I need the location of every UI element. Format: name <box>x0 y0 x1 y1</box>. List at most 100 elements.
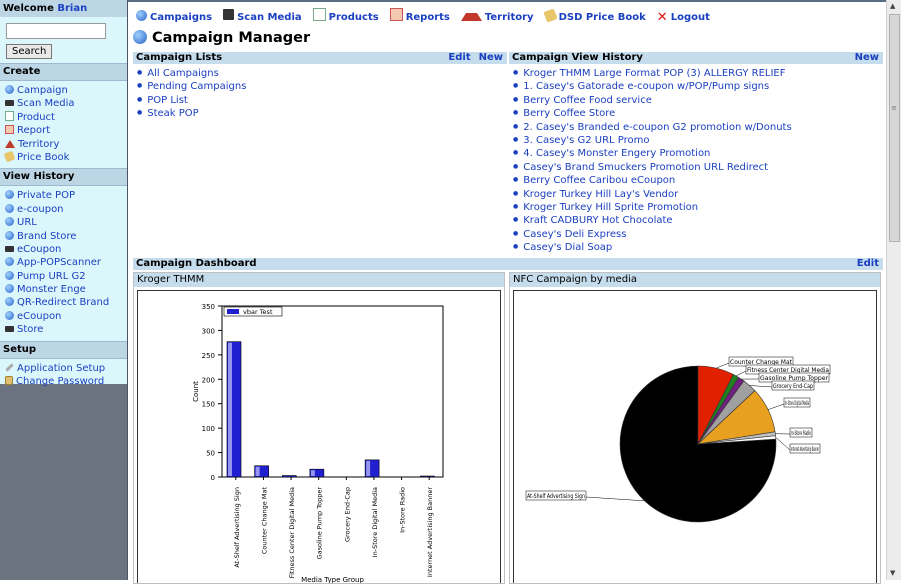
sidebar-item-report[interactable]: Report <box>0 124 127 137</box>
bar-highlight <box>366 461 370 476</box>
y-tick-label: 100 <box>202 425 215 433</box>
scanner-icon <box>5 246 14 252</box>
y-axis-label: Count <box>192 381 200 402</box>
vertical-scrollbar[interactable]: ▲ ≡ ▼ <box>886 0 901 580</box>
sidebar-item-label: Private POP <box>17 190 75 201</box>
pie-label: In-Store Radio <box>791 430 811 437</box>
main-content: Campaigns Scan Media Products Reports Territ… <box>128 0 887 580</box>
sidebar-item-label: Territory <box>18 139 59 150</box>
sidebar-item-label: Change Password <box>16 376 104 387</box>
campaign-list-link[interactable]: POP List <box>137 93 507 106</box>
campaign-history-link[interactable]: Casey's Dial Soap <box>513 240 883 253</box>
sidebar-item-scan-media[interactable]: Scan Media <box>0 97 127 110</box>
bar-chart-panel: Kroger THMM 050100150200250300350CountAt… <box>133 272 505 584</box>
scroll-up-arrow-icon[interactable]: ▲ <box>890 2 895 10</box>
topnav-dsd-price-book[interactable]: DSD Price Book <box>545 12 646 23</box>
sidebar-section-list: Private POPe-couponURLBrand StoreeCoupon… <box>0 186 127 340</box>
campaign-history-link[interactable]: 4. Casey's Monster Engery Promotion <box>513 146 883 159</box>
x-tick-label: At-Shelf Advertising Sign <box>233 487 241 568</box>
topnav-products[interactable]: Products <box>313 12 379 23</box>
campaign-history-link[interactable]: 2. Casey's Branded e-coupon G2 promotion… <box>513 120 883 133</box>
campaign-lists-edit-link[interactable]: Edit <box>448 52 470 63</box>
bar-chart-frame: 050100150200250300350CountAt-Shelf Adver… <box>137 290 501 583</box>
x-tick-label: In-Store Digital Media <box>371 487 379 557</box>
user-name-link[interactable]: Brian <box>57 3 87 14</box>
sidebar-item-territory[interactable]: Territory <box>0 138 127 151</box>
territory-icon <box>461 2 482 21</box>
topnav-campaigns[interactable]: Campaigns <box>136 12 212 23</box>
pie-chart-title: NFC Campaign by media <box>510 273 880 287</box>
sidebar-item-app-popscanner[interactable]: App-POPScanner <box>0 256 127 269</box>
campaign-history-link[interactable]: 3. Casey's G2 URL Promo <box>513 133 883 146</box>
topnav-reports[interactable]: Reports <box>390 12 450 23</box>
globe-icon <box>136 10 147 21</box>
campaign-history-link[interactable]: Kraft CADBURY Hot Chocolate <box>513 213 883 226</box>
globe-icon <box>5 271 14 280</box>
scroll-down-arrow-icon[interactable]: ▼ <box>890 569 895 577</box>
sidebar-item-application-setup[interactable]: Application Setup <box>0 362 127 375</box>
sidebar-item-change-password[interactable]: Change Password <box>0 375 127 388</box>
x-tick-label: Fitness Center Digital Media <box>288 487 296 578</box>
sidebar-item-label: Store <box>17 324 43 335</box>
campaign-history-link[interactable]: Kroger Turkey Hill Lay's Vendor <box>513 187 883 200</box>
sidebar-item-url[interactable]: URL <box>0 216 127 229</box>
campaign-list-link[interactable]: All Campaigns <box>137 66 507 79</box>
sidebar-item-price-book[interactable]: Price Book <box>0 151 127 164</box>
sidebar-item-ecoupon[interactable]: eCoupon <box>0 310 127 323</box>
sidebar-item-monster-enge[interactable]: Monster Enge <box>0 283 127 296</box>
y-tick-label: 150 <box>202 401 215 409</box>
sidebar-item-store[interactable]: Store <box>0 323 127 336</box>
sidebar-item-campaign[interactable]: Campaign <box>0 84 127 97</box>
campaign-history-new-link[interactable]: New <box>855 52 879 63</box>
topnav-label: Logout <box>671 12 710 23</box>
campaign-history-title: Campaign View History <box>512 52 643 63</box>
globe-icon <box>5 217 14 226</box>
sidebar-sections: CreateCampaignScan MediaProductReportTer… <box>0 63 127 392</box>
campaign-history-link[interactable]: Casey's Brand Smuckers Promotion URL Red… <box>513 160 883 173</box>
topnav-logout[interactable]: ✕Logout <box>657 12 710 23</box>
campaign-list-link[interactable]: Pending Campaigns <box>137 79 507 92</box>
pie-leader-line <box>750 385 772 387</box>
campaign-history-link[interactable]: Berry Coffee Food service <box>513 93 883 106</box>
sidebar-item-e-coupon[interactable]: e-coupon <box>0 203 127 216</box>
campaign-lists-panel: Campaign Lists EditNew All CampaignsPend… <box>133 52 507 120</box>
tag-icon <box>4 151 16 163</box>
sidebar-item-pump-url-g2[interactable]: Pump URL G2 <box>0 270 127 283</box>
globe-icon <box>133 30 147 44</box>
dashboard-edit-link[interactable]: Edit <box>857 258 879 269</box>
campaign-history-link[interactable]: Casey's Deli Express <box>513 227 883 240</box>
y-tick-label: 300 <box>202 327 215 335</box>
sidebar-item-label: eCoupon <box>17 311 61 322</box>
search-button[interactable]: Search <box>6 44 52 59</box>
sidebar-item-qr-redirect-brand[interactable]: QR-Redirect Brand <box>0 296 127 309</box>
campaign-history-link[interactable]: 1. Casey's Gatorade e-coupon w/POP/Pump … <box>513 79 883 92</box>
sidebar-panel: Welcome Brian Search CreateCampaignScan … <box>0 0 127 384</box>
tag-icon <box>543 8 557 22</box>
sidebar-item-product[interactable]: Product <box>0 111 127 124</box>
search-box: Search <box>0 17 127 63</box>
campaign-lists-new-link[interactable]: New <box>479 52 503 63</box>
pie-leader-line <box>716 363 729 368</box>
campaign-list-link[interactable]: Steak POP <box>137 106 507 119</box>
sidebar-item-brand-store[interactable]: Brand Store <box>0 230 127 243</box>
sidebar-item-label: Price Book <box>17 152 69 163</box>
pie-chart-frame: At-Shelf Advertising SignCounter Change … <box>513 290 877 583</box>
campaign-history-link[interactable]: Berry Coffee Store <box>513 106 883 119</box>
sidebar-item-label: QR-Redirect Brand <box>17 297 109 308</box>
sidebar-item-private-pop[interactable]: Private POP <box>0 189 127 202</box>
topnav-scan-media[interactable]: Scan Media <box>223 12 302 23</box>
topnav-territory[interactable]: Territory <box>461 12 534 23</box>
sidebar-item-ecoupon[interactable]: eCoupon <box>0 243 127 256</box>
campaign-history-link[interactable]: Kroger Turkey Hill Sprite Promotion <box>513 200 883 213</box>
search-input[interactable] <box>6 23 106 39</box>
sidebar-item-label: Report <box>17 125 50 136</box>
x-tick-label: Grocery End-Cap <box>343 487 351 542</box>
campaign-history-header: Campaign View History New <box>509 52 883 64</box>
report-icon <box>5 125 14 134</box>
globe-icon <box>5 257 14 266</box>
campaign-lists: All CampaignsPending CampaignsPOP ListSt… <box>133 64 507 120</box>
campaign-history-link[interactable]: Kroger THMM Large Format POP (3) ALLERGY… <box>513 66 883 79</box>
scanner-icon <box>223 9 234 20</box>
scrollbar-thumb[interactable] <box>889 14 900 242</box>
campaign-history-link[interactable]: Berry Coffee Caribou eCoupon <box>513 173 883 186</box>
